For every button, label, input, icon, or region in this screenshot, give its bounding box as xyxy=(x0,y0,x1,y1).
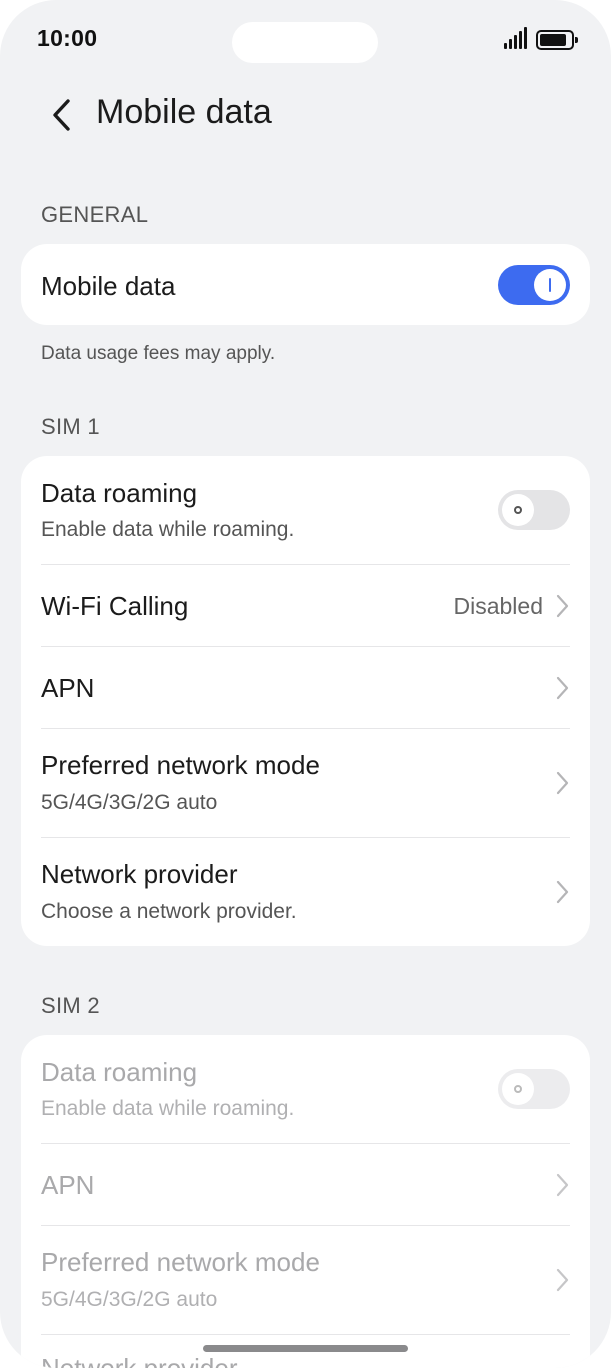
sim2-data-roaming-title: Data roaming xyxy=(41,1057,198,1087)
back-button[interactable] xyxy=(40,91,84,139)
general-card: Mobile data xyxy=(21,244,590,325)
chevron-right-icon xyxy=(556,1268,569,1292)
sim2-data-roaming-row[interactable]: Data roaming Enable data while roaming. xyxy=(21,1035,590,1143)
mobile-data-row[interactable]: Mobile data xyxy=(21,244,590,325)
back-arrow-icon xyxy=(53,99,70,131)
sim2-data-roaming-toggle[interactable] xyxy=(498,1069,570,1109)
status-bar: 10:00 xyxy=(0,0,611,80)
sim2-data-roaming-subtitle: Enable data while roaming. xyxy=(41,1097,295,1120)
sim1-wifi-calling-value: Disabled xyxy=(453,593,544,619)
sim1-data-roaming-title: Data roaming xyxy=(41,478,198,508)
mobile-data-title: Mobile data xyxy=(41,271,176,301)
chevron-right-icon xyxy=(556,1173,569,1197)
chevron-right-icon xyxy=(556,676,569,700)
sim1-apn-row[interactable]: APN xyxy=(21,647,590,728)
data-usage-note: Data usage fees may apply. xyxy=(41,343,276,364)
sim1-data-roaming-row[interactable]: Data roaming Enable data while roaming. xyxy=(21,456,590,564)
chevron-right-icon xyxy=(556,880,569,904)
sim2-preferred-network-row[interactable]: Preferred network mode 5G/4G/3G/2G auto xyxy=(21,1226,590,1334)
sim1-network-provider-row[interactable]: Network provider Choose a network provid… xyxy=(21,838,590,946)
sim1-data-roaming-subtitle: Enable data while roaming. xyxy=(41,518,295,541)
page-title: Mobile data xyxy=(96,93,272,131)
sim1-wifi-calling-row[interactable]: Wi-Fi Calling Disabled xyxy=(21,565,590,646)
signal-icon xyxy=(504,27,528,49)
status-time: 10:00 xyxy=(37,25,98,51)
sim1-wifi-calling-title: Wi-Fi Calling xyxy=(41,591,189,621)
phone-screen: 10:00 Mobile data GENERAL Mobile data Da… xyxy=(0,0,611,1368)
chevron-right-icon xyxy=(556,594,569,618)
sim2-apn-row[interactable]: APN xyxy=(21,1144,590,1225)
mobile-data-toggle[interactable] xyxy=(498,265,570,305)
sim1-preferred-network-row[interactable]: Preferred network mode 5G/4G/3G/2G auto xyxy=(21,729,590,837)
sim2-network-provider-title: Network provider xyxy=(41,1353,238,1368)
sim1-apn-title: APN xyxy=(41,673,95,703)
sim1-card: Data roaming Enable data while roaming. … xyxy=(21,456,590,946)
section-label-sim2: SIM 2 xyxy=(41,993,100,1018)
sim2-preferred-network-title: Preferred network mode xyxy=(41,1247,320,1277)
battery-icon xyxy=(536,30,578,50)
sim1-network-provider-subtitle: Choose a network provider. xyxy=(41,900,297,923)
home-indicator[interactable] xyxy=(203,1345,408,1352)
chevron-right-icon xyxy=(556,771,569,795)
sim1-preferred-network-subtitle: 5G/4G/3G/2G auto xyxy=(41,791,218,814)
sim1-data-roaming-toggle[interactable] xyxy=(498,490,570,530)
sim2-preferred-network-subtitle: 5G/4G/3G/2G auto xyxy=(41,1288,218,1311)
sim1-preferred-network-title: Preferred network mode xyxy=(41,750,320,780)
sim1-network-provider-title: Network provider xyxy=(41,859,238,889)
section-label-general: GENERAL xyxy=(41,202,149,227)
camera-island xyxy=(232,22,378,63)
sim2-apn-title: APN xyxy=(41,1170,95,1200)
header: Mobile data xyxy=(0,85,611,145)
sim2-card: Data roaming Enable data while roaming. … xyxy=(21,1035,590,1368)
section-label-sim1: SIM 1 xyxy=(41,414,100,439)
